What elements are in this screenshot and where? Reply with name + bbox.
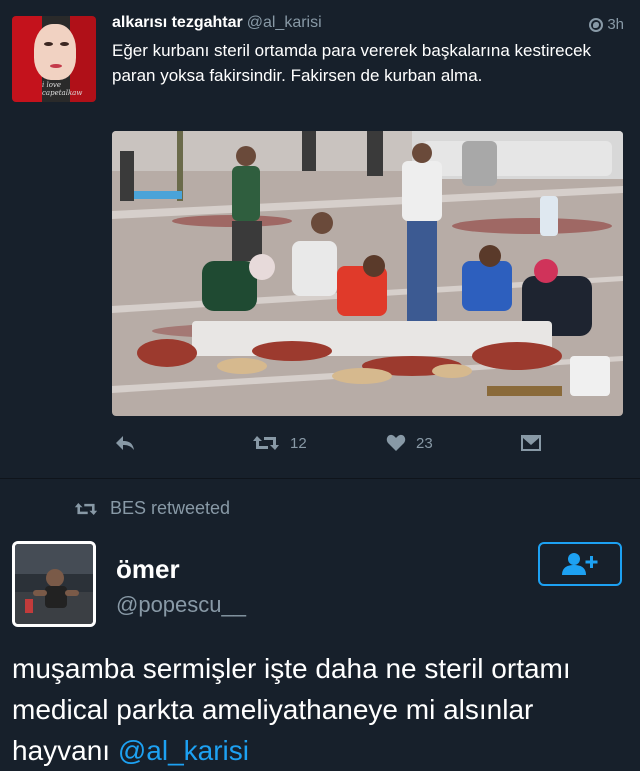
author-name[interactable]: alkarısı tezgahtar — [112, 14, 243, 31]
follow-user-icon — [562, 553, 598, 575]
tweet-actions: 12 23 — [112, 432, 624, 460]
retweet-button[interactable]: 12 — [252, 434, 307, 452]
retweet-banner: BES retweeted — [74, 498, 230, 519]
author-handle[interactable]: @popescu__ — [116, 592, 246, 618]
reply-button[interactable] — [114, 434, 136, 452]
mention-link[interactable]: @al_karisi — [118, 735, 249, 766]
tweet-header: alkarısı tezgahtar @al_karisi — [112, 14, 322, 32]
retweet-icon — [253, 436, 279, 450]
tweet-text: Eğer kurbanı steril ortamda para vererek… — [112, 41, 592, 85]
author-name[interactable]: ömer — [116, 554, 180, 585]
like-button[interactable]: 23 — [386, 434, 433, 452]
author-avatar[interactable] — [12, 541, 96, 627]
follow-button[interactable] — [538, 542, 622, 586]
author-avatar[interactable]: i love capetalkaw — [12, 16, 96, 102]
reply-icon — [116, 436, 134, 450]
heart-icon — [386, 434, 406, 451]
globe-icon — [589, 17, 604, 32]
retweet-icon — [74, 502, 98, 515]
direct-message-button[interactable] — [520, 434, 542, 452]
retweet-count: 12 — [290, 434, 307, 452]
author-handle[interactable]: @al_karisi — [247, 14, 322, 31]
tweet-card[interactable]: i love capetalkaw alkarısı tezgahtar @al_… — [0, 0, 640, 478]
timestamp[interactable]: 3h — [607, 16, 624, 33]
direct-message-icon — [521, 435, 541, 451]
tweet-body: muşamba sermişler işte daha ne steril or… — [12, 653, 571, 766]
avatar-signature: i love capetalkaw — [42, 81, 83, 97]
like-count: 23 — [416, 434, 433, 452]
tweet-photo[interactable] — [112, 131, 623, 416]
divider — [0, 478, 640, 479]
tweet-text: muşamba sermişler işte daha ne steril or… — [12, 648, 632, 771]
retweeted-by-label[interactable]: BES retweeted — [110, 498, 230, 519]
tweet-time: 3h — [589, 16, 624, 33]
